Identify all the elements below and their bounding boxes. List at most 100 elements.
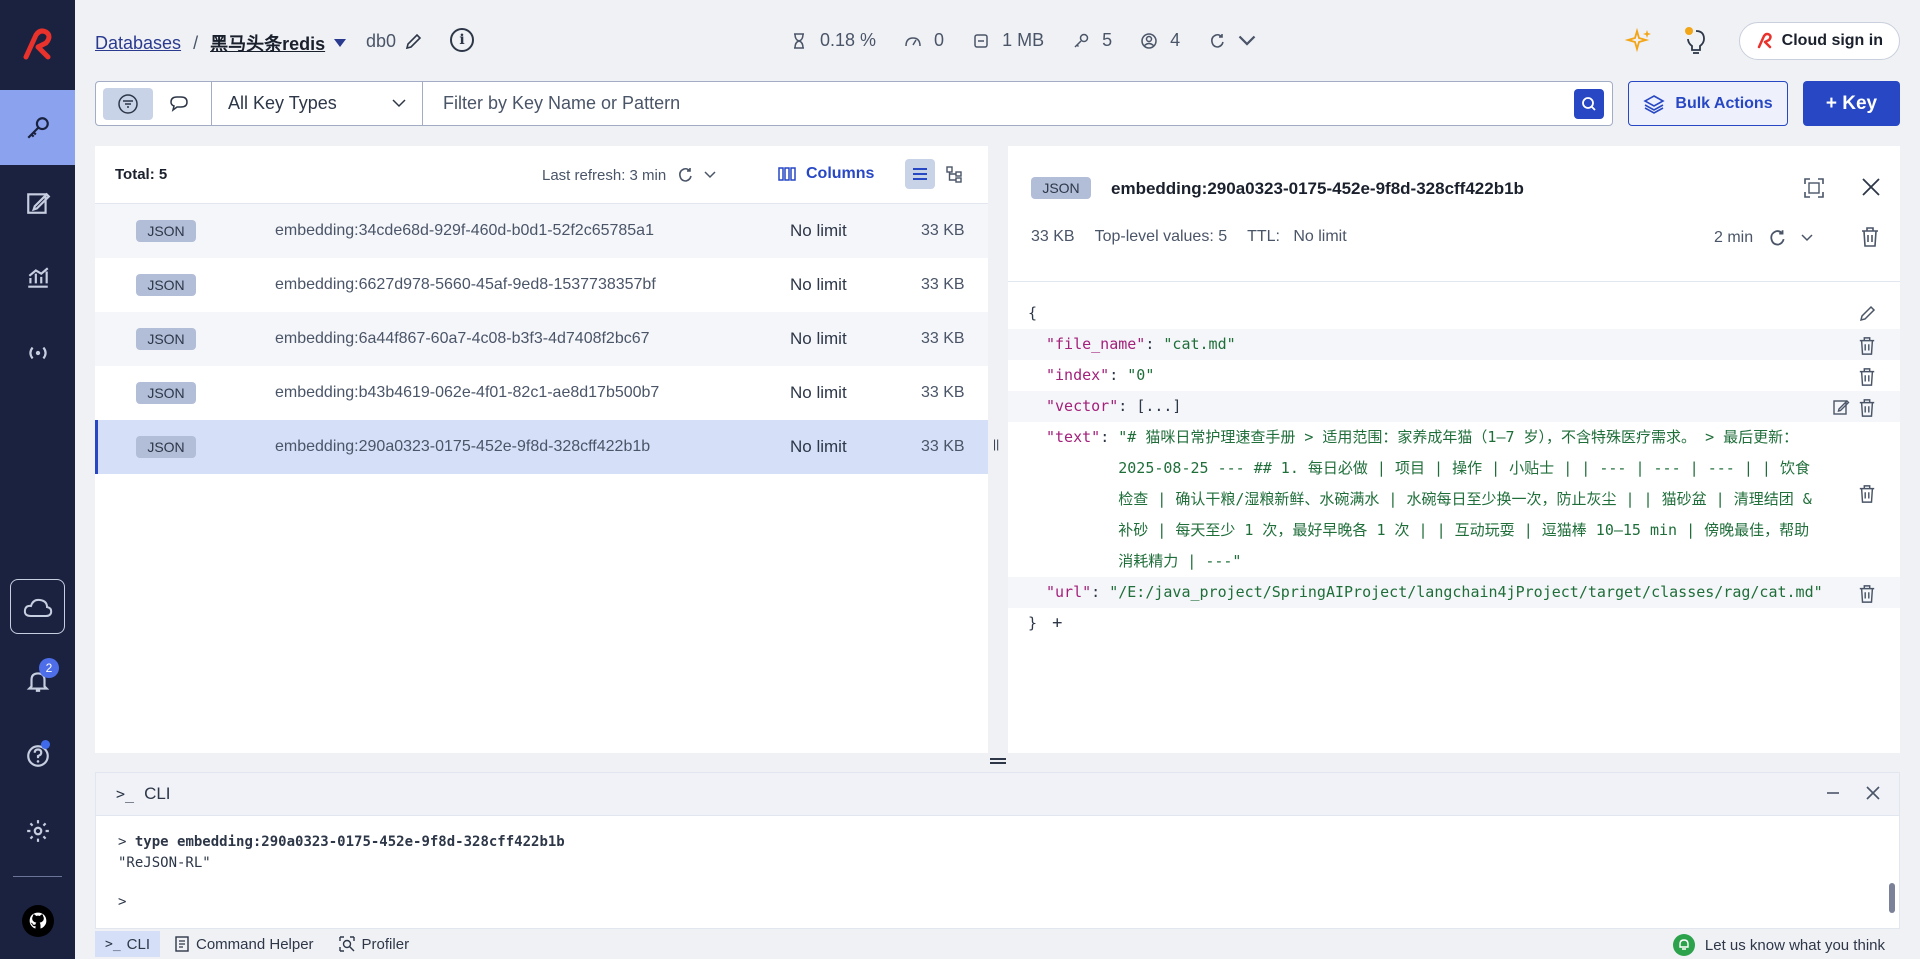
cli-output[interactable]: > type embedding:290a0323-0175-452e-9f8d… <box>96 816 1899 929</box>
json-row-vector[interactable]: "vector": [...] <box>1008 391 1900 422</box>
sidebar-item-analytics[interactable] <box>0 240 75 315</box>
minimize-icon[interactable] <box>1825 785 1841 801</box>
detail-refresh-label: 2 min <box>1714 229 1754 246</box>
json-value: "/E:/java_project/SpringAIProject/langch… <box>1109 583 1823 601</box>
key-type-select[interactable]: All Key Types <box>212 82 423 125</box>
sidebar-item-browser[interactable] <box>0 90 75 165</box>
close-icon[interactable] <box>1860 176 1882 198</box>
detail-key-name[interactable]: embedding:290a0323-0175-452e-9f8d-328cff… <box>1111 179 1524 199</box>
chevron-down-icon <box>392 99 406 108</box>
key-name: embedding:290a0323-0175-452e-9f8d-328cff… <box>275 438 651 455</box>
key-size: 33 KB <box>921 222 965 239</box>
key-type-badge: JSON <box>136 274 196 296</box>
key-size: 33 KB <box>921 276 965 293</box>
trash-icon[interactable] <box>1858 367 1876 387</box>
key-ttl: No limit <box>790 221 847 240</box>
key-size: 33 KB <box>921 438 965 455</box>
detail-refresh[interactable]: 2 min <box>1714 228 1813 248</box>
stat-memory: 1 MB <box>972 30 1044 51</box>
add-field-button[interactable]: + <box>1052 613 1062 633</box>
cloud-signin-button[interactable]: Cloud sign in <box>1738 22 1900 60</box>
cli-input-prompt[interactable]: > <box>118 892 1877 913</box>
key-row[interactable]: JSON embedding:6627d978-5660-45af-9ed8-1… <box>95 258 988 312</box>
key-list-refresh[interactable]: Last refresh: 3 min <box>542 166 716 184</box>
cli-header: >_ CLI <box>96 773 1899 816</box>
layers-icon <box>1643 94 1666 114</box>
json-colon: : <box>1109 366 1119 384</box>
trash-icon[interactable] <box>1858 584 1876 604</box>
json-key: "index" <box>1046 366 1110 384</box>
stats-refresh[interactable] <box>1208 32 1256 50</box>
json-value: "# 猫咪日常护理速查手册 > 适用范围：家养成年猫（1–7 岁），不含特殊医疗… <box>1118 428 1812 570</box>
detail-ttl-value: No limit <box>1293 228 1347 245</box>
detail-top-level: Top-level values: 5 <box>1094 228 1228 245</box>
bottom-bar: >_ CLI Command Helper Profiler Let us kn… <box>95 929 1900 959</box>
sidebar-item-workbench[interactable] <box>0 165 75 240</box>
json-row-file-name[interactable]: "file_name": "cat.md" <box>1008 329 1900 360</box>
cli-controls <box>1825 785 1881 801</box>
refresh-icon <box>1211 33 1224 48</box>
sidebar-item-help[interactable] <box>0 718 75 793</box>
sidebar-item-notifications[interactable] <box>0 643 75 718</box>
search-button[interactable] <box>1574 89 1604 119</box>
pencil-icon[interactable] <box>404 33 422 51</box>
search-view-button[interactable] <box>154 88 204 120</box>
tree-view-button[interactable] <box>939 159 969 189</box>
sparkle-icon[interactable] <box>1624 27 1653 55</box>
trash-icon[interactable] <box>1858 336 1876 356</box>
redis-logo[interactable] <box>0 0 75 90</box>
footer-tab-command-helper[interactable]: Command Helper <box>164 931 324 957</box>
filter-view-button[interactable] <box>102 87 153 120</box>
sidebar-cloud[interactable] <box>10 579 65 634</box>
columns-button[interactable]: Columns <box>778 165 874 183</box>
topbar: Databases / 黑马头条redis db0 i 0.18 % 0 1 M… <box>75 0 1920 82</box>
stat-clients: 4 <box>1140 30 1180 51</box>
bulk-actions-button[interactable]: Bulk Actions <box>1628 81 1788 126</box>
expand-icon[interactable] <box>1803 177 1825 199</box>
filter-input[interactable] <box>443 93 1592 114</box>
memory-icon <box>974 33 988 48</box>
panel-resizer-vertical[interactable]: || <box>993 437 999 451</box>
close-icon[interactable] <box>1865 785 1881 801</box>
cloud-icon <box>23 598 52 617</box>
github-link[interactable] <box>22 905 54 937</box>
cli-panel: >_ CLI > type embedding:290a0323-0175-45… <box>95 772 1900 929</box>
json-row-actions <box>1858 484 1876 504</box>
detail-ttl[interactable]: TTL: No limit <box>1247 228 1347 246</box>
key-row-selected[interactable]: JSON embedding:290a0323-0175-452e-9f8d-3… <box>95 420 988 474</box>
json-key: "vector" <box>1046 397 1119 415</box>
json-close: } + <box>1008 608 1900 639</box>
json-row-index[interactable]: "index": "0" <box>1008 360 1900 391</box>
gauge-icon <box>905 36 921 46</box>
trash-icon[interactable] <box>1858 484 1876 504</box>
trash-icon[interactable] <box>1858 398 1876 418</box>
key-row[interactable]: JSON embedding:b43b4619-062e-4f01-82c1-a… <box>95 366 988 420</box>
database-name[interactable]: 黑马头条redis <box>210 30 325 56</box>
footer-tab-cli[interactable]: >_ CLI <box>95 931 160 957</box>
add-key-button[interactable]: + Key <box>1803 81 1900 126</box>
footer-tab-profiler[interactable]: Profiler <box>328 931 420 957</box>
hourglass-icon <box>794 32 804 49</box>
sidebar: 2 <box>0 0 75 959</box>
info-icon[interactable]: i <box>450 28 474 52</box>
sidebar-item-settings[interactable] <box>0 793 75 868</box>
json-row-text[interactable]: "text": "# 猫咪日常护理速查手册 > 适用范围：家养成年猫（1–7 岁… <box>1008 422 1900 577</box>
trash-icon[interactable] <box>1860 226 1880 248</box>
json-value-collapsed[interactable]: [...] <box>1136 397 1181 415</box>
pencil-icon[interactable] <box>1858 305 1876 323</box>
feedback-link[interactable]: Let us know what you think <box>1672 934 1885 956</box>
cli-scrollbar[interactable] <box>1889 883 1895 913</box>
key-ttl: No limit <box>790 383 847 402</box>
json-row-url[interactable]: "url": "/E:/java_project/SpringAIProject… <box>1008 577 1900 608</box>
list-view-button[interactable] <box>905 159 935 189</box>
lightbulb-icon[interactable] <box>1683 26 1709 56</box>
sidebar-item-pubsub[interactable] <box>0 315 75 390</box>
breadcrumb-databases[interactable]: Databases <box>95 33 181 54</box>
caret-down-icon[interactable] <box>333 38 347 48</box>
feedback-label: Let us know what you think <box>1704 936 1885 954</box>
panel-resizer-horizontal[interactable] <box>990 758 1006 764</box>
edit-icon[interactable] <box>1832 398 1850 416</box>
stat-cpu: 0.18 % <box>790 30 876 51</box>
key-row[interactable]: JSON embedding:34cde68d-929f-460d-b0d1-5… <box>95 204 988 258</box>
key-row[interactable]: JSON embedding:6a44f867-60a7-4c08-b3f3-4… <box>95 312 988 366</box>
